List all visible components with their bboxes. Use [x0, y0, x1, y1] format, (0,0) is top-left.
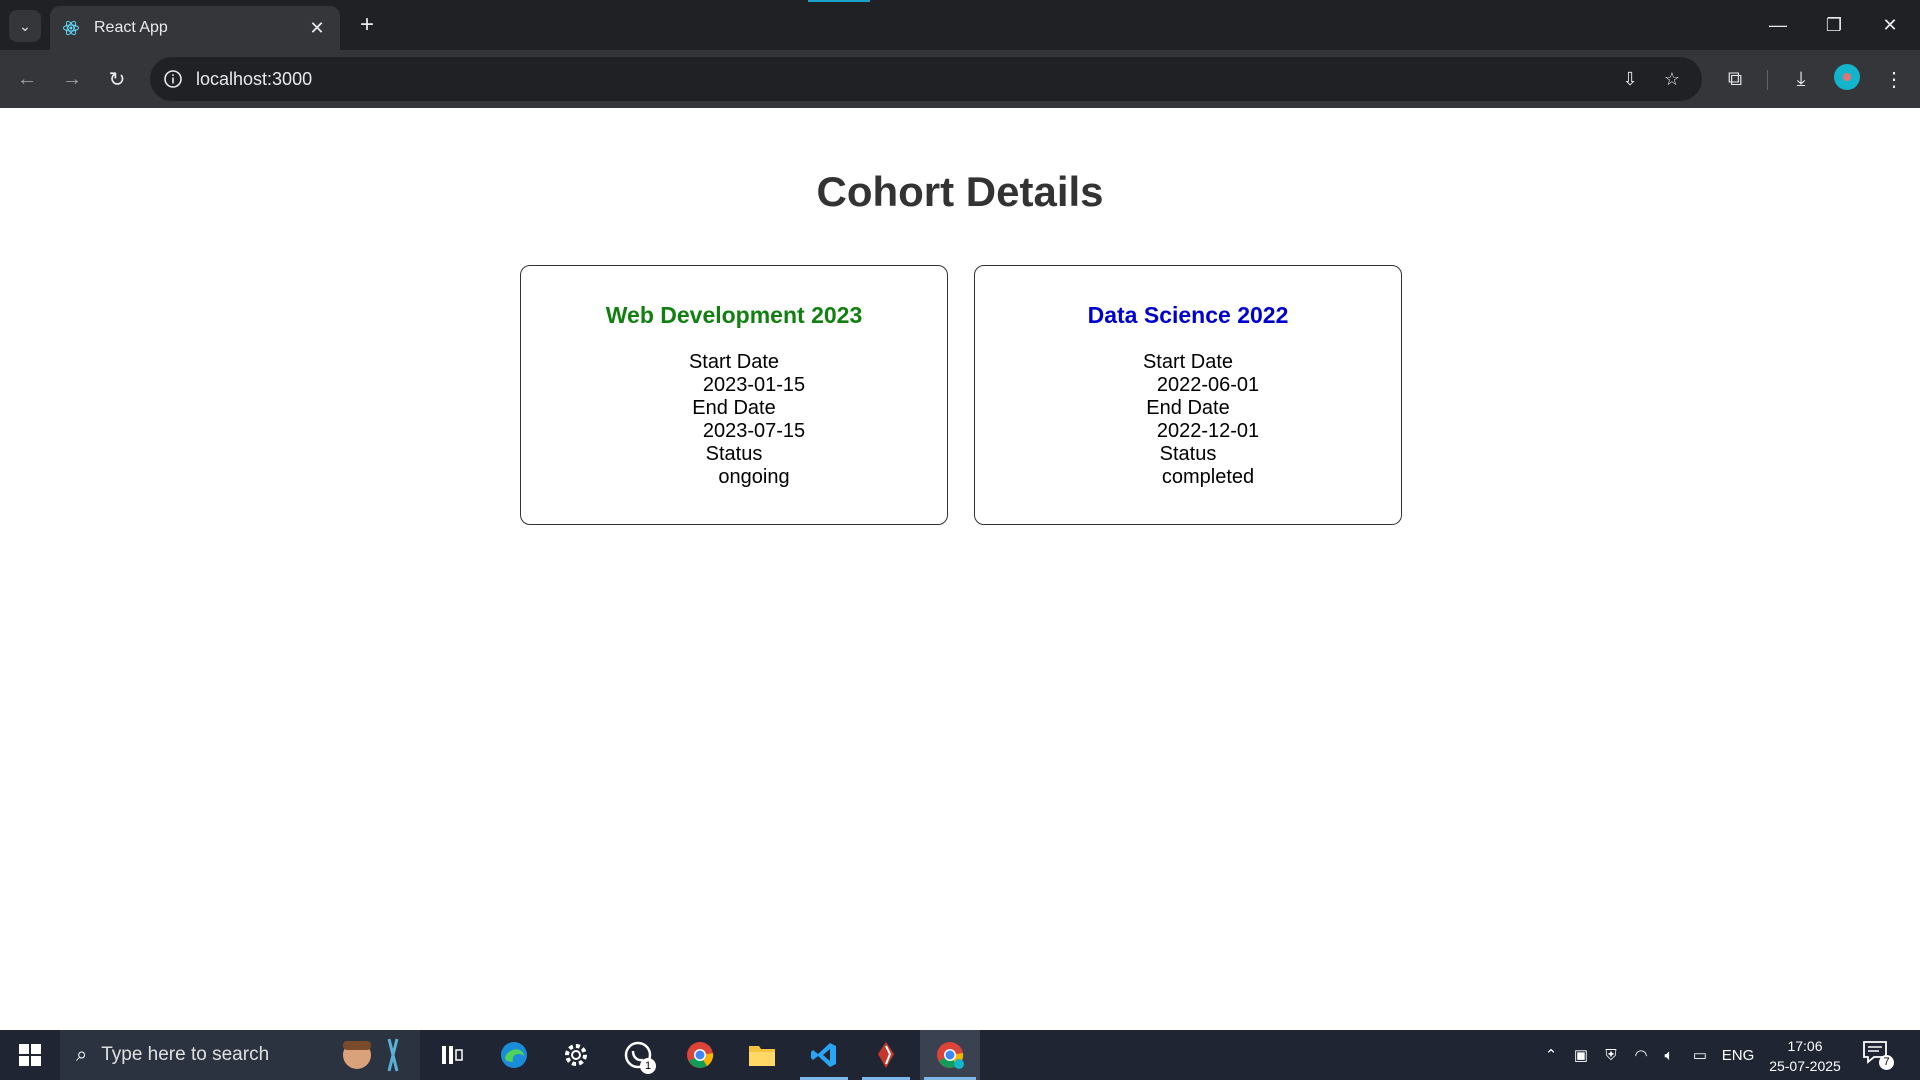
- taskbar-clock[interactable]: 17:06 25-07-2025: [1760, 1036, 1850, 1076]
- search-icon: ⌕: [76, 1043, 88, 1066]
- settings-icon[interactable]: [548, 1030, 604, 1080]
- download-icon[interactable]: ⤓: [1786, 64, 1816, 94]
- page-title: Cohort Details: [816, 168, 1104, 215]
- chrome-active-icon[interactable]: [920, 1030, 980, 1080]
- whatsapp-icon[interactable]: 1: [610, 1030, 666, 1080]
- status-value: completed: [1161, 466, 1255, 488]
- windows-icon[interactable]: [0, 1030, 60, 1080]
- end-date-label: End Date: [1146, 397, 1230, 419]
- cohort-details: Start Date 2023-01-15 End Date 2023-07-1…: [663, 351, 805, 489]
- address-bar[interactable]: localhost:3000 ⇩ ☆: [150, 57, 1702, 101]
- tab-strip: ⌄ React App ✕ + — ❐ ✕: [0, 0, 1920, 50]
- vscode-icon[interactable]: [796, 1030, 852, 1080]
- minimize-icon[interactable]: —: [1750, 0, 1806, 50]
- end-date-value: 2022-12-01: [1156, 420, 1260, 442]
- forward-icon[interactable]: →: [55, 62, 89, 96]
- windows-taskbar: ⌕ Type here to search 1 ⌃ ▣ ⛨ ◠ 🔈︎ ▭ ENG…: [0, 1030, 1920, 1080]
- chevron-up-icon[interactable]: ⌃: [1538, 1030, 1564, 1080]
- star-icon[interactable]: ☆: [1660, 67, 1684, 91]
- clock-time: 17:06: [1787, 1038, 1823, 1054]
- start-date-label: Start Date: [1142, 351, 1234, 373]
- close-icon[interactable]: ✕: [306, 18, 328, 39]
- plus-icon[interactable]: +: [352, 10, 382, 40]
- whatsapp-badge: 1: [640, 1058, 656, 1074]
- cohort-name: Web Development 2023: [605, 302, 863, 328]
- language-indicator[interactable]: ENG: [1718, 1030, 1758, 1080]
- meet-now-icon[interactable]: ▣: [1568, 1030, 1594, 1080]
- cohort-details: Start Date 2022-06-01 End Date 2022-12-0…: [1117, 351, 1259, 489]
- restore-icon[interactable]: ❐: [1806, 0, 1862, 50]
- status-value: ongoing: [718, 466, 790, 488]
- menu-icon[interactable]: ⋮: [1879, 64, 1909, 94]
- notification-count: 7: [1879, 1055, 1894, 1070]
- loading-indicator: [808, 0, 870, 2]
- cohort-list: Web Development 2023 Start Date 2023-01-…: [520, 265, 1402, 525]
- tab-search-icon[interactable]: ⌄: [9, 10, 41, 42]
- end-date-label: End Date: [692, 397, 776, 419]
- cohort-name: Data Science 2022: [1087, 302, 1289, 328]
- start-date-label: Start Date: [688, 351, 780, 373]
- page-content: Cohort Details Web Development 2023 Star…: [0, 108, 1920, 1030]
- toolbar-divider: [1767, 70, 1768, 90]
- reload-icon[interactable]: ↻: [100, 62, 134, 96]
- volume-icon[interactable]: 🔈︎: [1656, 1030, 1682, 1080]
- extensions-icon[interactable]: ⧉: [1720, 64, 1750, 94]
- search-placeholder: Type here to search: [101, 1044, 270, 1065]
- start-date-value: 2023-01-15: [702, 374, 806, 396]
- install-icon[interactable]: ⇩: [1618, 67, 1642, 91]
- status-label: Status: [1159, 443, 1217, 465]
- edge-icon[interactable]: [486, 1030, 542, 1080]
- task-view-icon[interactable]: [424, 1030, 480, 1080]
- info-icon[interactable]: [162, 68, 184, 90]
- status-label: Status: [705, 443, 763, 465]
- cohort-card: Data Science 2022 Start Date 2022-06-01 …: [974, 265, 1402, 525]
- end-date-value: 2023-07-15: [702, 420, 806, 442]
- back-icon[interactable]: ←: [10, 62, 44, 96]
- profile-avatar[interactable]: [1834, 64, 1860, 90]
- tab-title: React App: [94, 19, 168, 36]
- url-text: localhost:3000: [196, 68, 313, 89]
- notification-icon[interactable]: 7: [1862, 1040, 1894, 1070]
- react-icon: [63, 20, 79, 36]
- start-date-value: 2022-06-01: [1156, 374, 1260, 396]
- git-bash-icon[interactable]: [858, 1030, 914, 1080]
- battery-icon[interactable]: ▭: [1686, 1030, 1714, 1080]
- tab-react-app[interactable]: React App ✕: [50, 6, 340, 50]
- clock-date: 25-07-2025: [1769, 1058, 1841, 1074]
- wifi-icon[interactable]: ◠: [1628, 1030, 1654, 1080]
- close-window-icon[interactable]: ✕: [1862, 0, 1918, 50]
- defender-icon[interactable]: ⛨: [1598, 1030, 1624, 1080]
- search-highlight-icon[interactable]: [320, 1030, 410, 1080]
- cohort-card: Web Development 2023 Start Date 2023-01-…: [520, 265, 948, 525]
- file-explorer-icon[interactable]: [734, 1030, 790, 1080]
- chrome-icon[interactable]: [672, 1030, 728, 1080]
- browser-toolbar: ← → ↻ localhost:3000 ⇩ ☆ ⧉ ⤓ ⋮: [0, 50, 1920, 108]
